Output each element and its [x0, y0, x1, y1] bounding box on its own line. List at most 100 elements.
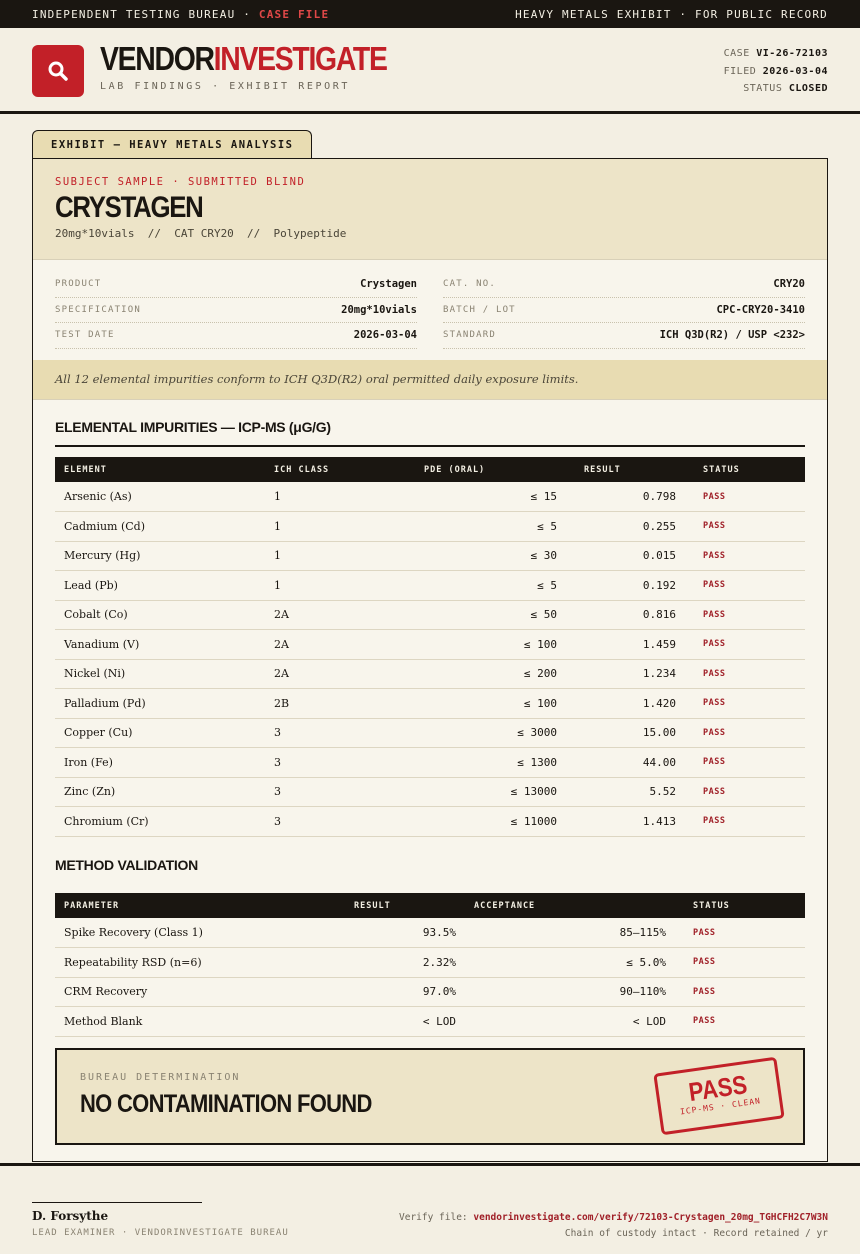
pde-cell: ≤ 100 — [415, 688, 575, 719]
element-cell: Lead (Pb) — [55, 570, 265, 601]
footer-divider — [0, 1163, 860, 1166]
table-row: Palladium (Pd) 2B ≤ 100 1.420 PASS — [55, 688, 805, 719]
class-cell: 3 — [265, 777, 415, 807]
result-cell: < LOD — [345, 1006, 465, 1037]
element-cell: Arsenic (As) — [55, 482, 265, 512]
element-cell: Nickel (Ni) — [55, 659, 265, 689]
col-header: RESULT — [345, 893, 465, 918]
element-cell: Palladium (Pd) — [55, 688, 265, 719]
custody-note: Chain of custody intact · Record retaine… — [564, 1228, 828, 1239]
col-header: ICH CLASS — [265, 457, 415, 482]
class-cell: 2A — [265, 629, 415, 660]
examiner-name: D. Forsythe — [32, 1209, 109, 1223]
class-cell: 2A — [265, 600, 415, 630]
pde-cell: ≤ 5 — [415, 511, 575, 542]
pass-stamp: PASS ICP-MS · CLEAN — [653, 1056, 785, 1136]
result-cell: 5.52 — [575, 777, 685, 807]
exhibit-tab: EXHIBIT — HEAVY METALS ANALYSIS — [32, 130, 312, 159]
status-badge: PASS — [685, 747, 805, 778]
details-grid: PRODUCT Crystagen SPECIFICATION 20mg*10via… — [33, 260, 827, 360]
table-row: Mercury (Hg) 1 ≤ 30 0.015 PASS — [55, 541, 805, 571]
status-badge: PASS — [685, 482, 805, 512]
top-bar-left: INDEPENDENT TESTING BUREAU · CASE FILE — [32, 7, 330, 21]
col-header: STATUS — [685, 457, 805, 482]
table-row: Spike Recovery (Class 1) 93.5% 85–115% PASS — [55, 918, 805, 948]
class-cell: 3 — [265, 718, 415, 748]
case-filed: FILED 2026-03-04 — [723, 65, 828, 77]
table-row: Cadmium (Cd) 1 ≤ 5 0.255 PASS — [55, 511, 805, 542]
conformance-note: All 12 elemental impurities conform to I… — [33, 360, 827, 400]
pde-cell: ≤ 13000 — [415, 777, 575, 807]
col-header: ACCEPTANCE — [465, 893, 675, 918]
table-header-row: ELEMENT ICH CLASS PDE (ORAL) RESULT STAT… — [55, 457, 805, 482]
detail-row: SPECIFICATION 20mg*10vials — [55, 298, 417, 323]
detail-row: TEST DATE 2026-03-04 — [55, 323, 417, 349]
status-badge: PASS — [685, 570, 805, 601]
top-bar-right: HEAVY METALS EXHIBIT · FOR PUBLIC RECORD — [515, 7, 828, 21]
element-cell: Copper (Cu) — [55, 718, 265, 748]
table-row: Arsenic (As) 1 ≤ 15 0.798 PASS — [55, 482, 805, 512]
table-row: Zinc (Zn) 3 ≤ 13000 5.52 PASS — [55, 777, 805, 807]
table-row: Vanadium (V) 2A ≤ 100 1.459 PASS — [55, 629, 805, 660]
result-cell: 1.459 — [575, 629, 685, 660]
pde-cell: ≤ 15 — [415, 482, 575, 512]
table-header-row: PARAMETER RESULT ACCEPTANCE STATUS — [55, 893, 805, 918]
status-badge: PASS — [685, 806, 805, 837]
class-cell: 1 — [265, 541, 415, 571]
parameter-cell: Spike Recovery (Class 1) — [55, 918, 345, 948]
verify-link[interactable]: vendorinvestigate.com/verify/72103-Cryst… — [473, 1212, 828, 1223]
element-cell: Mercury (Hg) — [55, 541, 265, 571]
class-cell: 3 — [265, 747, 415, 778]
status-badge: PASS — [685, 600, 805, 630]
impurities-body: Arsenic (As) 1 ≤ 15 0.798 PASS Cadmium (Cd) 1 ≤… — [55, 482, 805, 837]
status-badge: PASS — [685, 718, 805, 748]
examiner-role: LEAD EXAMINER · VENDORINVESTIGATE BUREAU — [32, 1228, 289, 1238]
magnifier-icon — [48, 61, 68, 81]
result-cell: 93.5% — [345, 918, 465, 948]
pde-cell: ≤ 5 — [415, 570, 575, 601]
col-header: RESULT — [575, 457, 685, 482]
detail-row: BATCH / LOT CPC-CRY20-3410 — [443, 298, 805, 323]
status-badge: PASS — [675, 918, 805, 948]
table-row: Iron (Fe) 3 ≤ 1300 44.00 PASS — [55, 747, 805, 778]
status-badge: PASS — [685, 541, 805, 571]
status-badge: PASS — [685, 777, 805, 807]
status-badge: PASS — [675, 947, 805, 978]
acceptance-cell: 90–110% — [465, 977, 675, 1007]
impurities-table: ELEMENT ICH CLASS PDE (ORAL) RESULT STAT… — [55, 457, 805, 837]
exhibit-card: SUBJECT SAMPLE · SUBMITTED BLIND CRYSTAG… — [32, 158, 828, 1162]
element-cell: Cobalt (Co) — [55, 600, 265, 630]
determination-text: NO CONTAMINATION FOUND — [80, 1090, 372, 1118]
table-row: Repeatability RSD (n=6) 2.32% ≤ 5.0% PASS — [55, 947, 805, 978]
result-cell: 0.192 — [575, 570, 685, 601]
col-header: ELEMENT — [55, 457, 265, 482]
pde-cell: ≤ 200 — [415, 659, 575, 689]
result-cell: 1.420 — [575, 688, 685, 719]
signature-line — [32, 1202, 202, 1203]
result-cell: 15.00 — [575, 718, 685, 748]
element-cell: Iron (Fe) — [55, 747, 265, 778]
col-header: STATUS — [675, 893, 805, 918]
result-cell: 2.32% — [345, 947, 465, 978]
impurities-title: ELEMENTAL IMPURITIES — ICP-MS (μG/G) — [55, 417, 805, 447]
pde-cell: ≤ 3000 — [415, 718, 575, 748]
parameter-cell: Method Blank — [55, 1006, 345, 1037]
case-file-label: CASE FILE — [258, 7, 330, 21]
pde-cell: ≤ 11000 — [415, 806, 575, 837]
table-row: Chromium (Cr) 3 ≤ 11000 1.413 PASS — [55, 806, 805, 837]
result-cell: 0.798 — [575, 482, 685, 512]
acceptance-cell: 85–115% — [465, 918, 675, 948]
determination-label: BUREAU DETERMINATION — [80, 1072, 241, 1083]
detail-row: CAT. NO. CRY20 — [443, 272, 805, 298]
subject-label: SUBJECT SAMPLE · SUBMITTED BLIND — [55, 176, 306, 188]
class-cell: 1 — [265, 482, 415, 512]
col-header: PDE (ORAL) — [415, 457, 575, 482]
subject-section: SUBJECT SAMPLE · SUBMITTED BLIND CRYSTAG… — [33, 159, 827, 260]
determination-box: BUREAU DETERMINATION NO CONTAMINATION FO… — [55, 1048, 805, 1145]
acceptance-cell: < LOD — [465, 1006, 675, 1037]
case-meta: CASE VI-26-72103 FILED 2026-03-04 STATUS… — [724, 45, 828, 98]
status-badge: PASS — [685, 511, 805, 542]
element-cell: Cadmium (Cd) — [55, 511, 265, 542]
parameter-cell: CRM Recovery — [55, 977, 345, 1007]
subject-title: CRYSTAGEN — [55, 191, 204, 224]
